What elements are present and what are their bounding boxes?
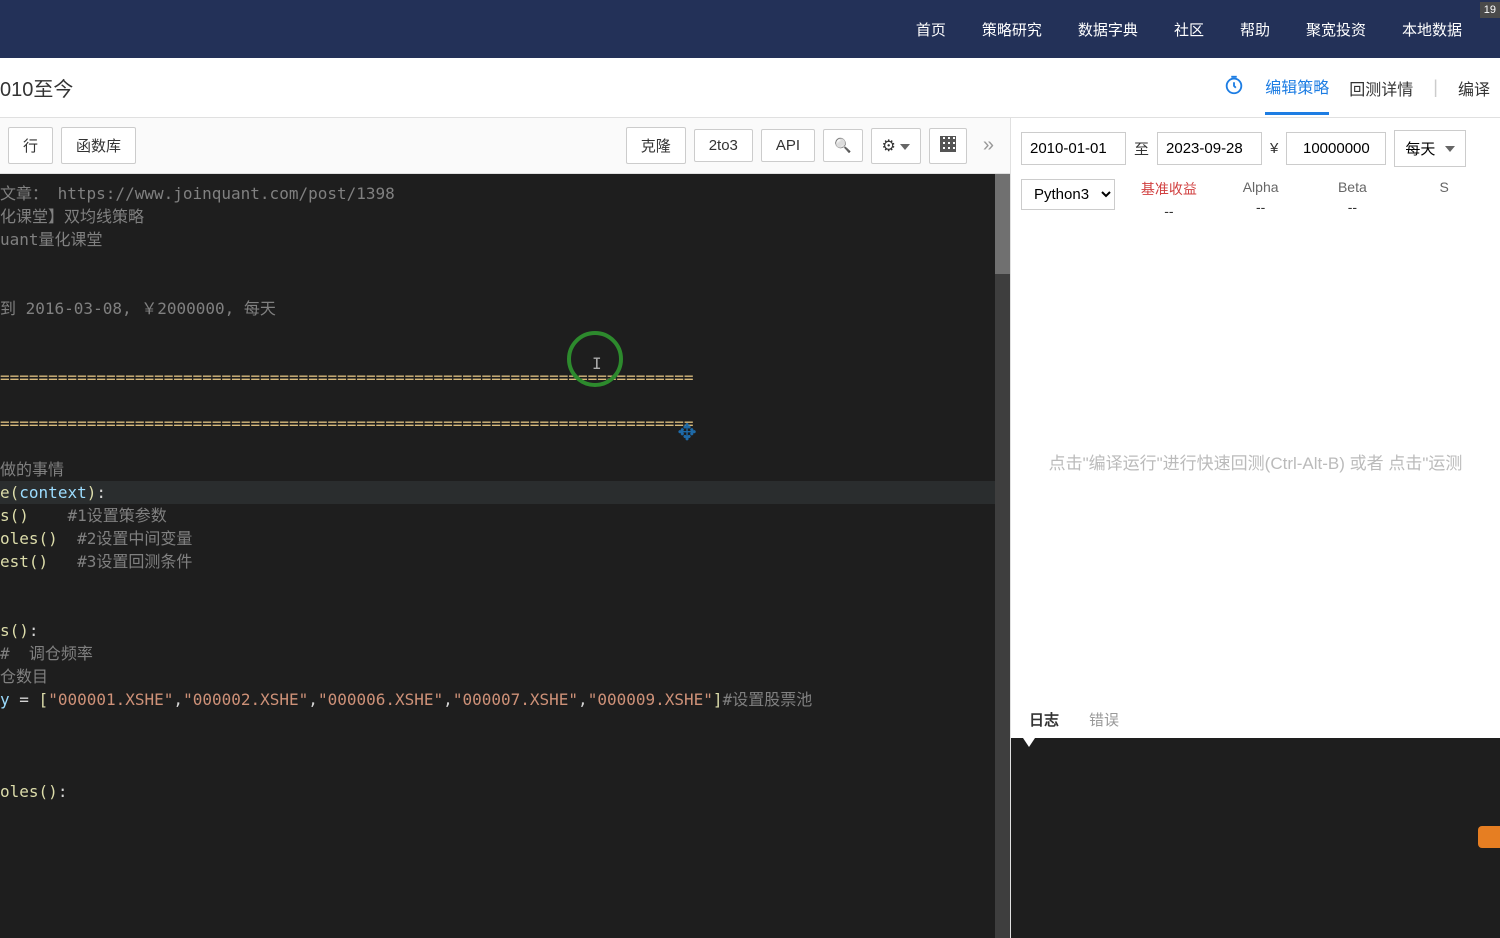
collapse-right-icon[interactable]: » [975, 134, 1002, 157]
frequency-select[interactable]: 每天 [1394, 130, 1466, 167]
nav-community[interactable]: 社区 [1156, 19, 1222, 40]
clock-icon[interactable] [1223, 74, 1245, 102]
search-button[interactable] [823, 129, 862, 162]
python-version-select[interactable]: Python3 [1021, 179, 1115, 210]
text-cursor: I [592, 352, 602, 375]
right-panel: 至 ¥ 每天 Python3 基准收益 -- Alpha -- Beta [1010, 118, 1500, 938]
nav-help[interactable]: 帮助 [1222, 19, 1288, 40]
side-badge[interactable] [1478, 826, 1500, 848]
backtest-hint: 点击"编译运行"进行快速回测(Ctrl-Alt-B) 或者 点击"运测 [1011, 231, 1500, 697]
metric-benchmark: 基准收益 -- [1123, 179, 1215, 219]
caret-down-icon [1445, 146, 1455, 152]
end-date-input[interactable] [1157, 132, 1262, 165]
metric-alpha: Alpha -- [1215, 179, 1307, 219]
scroll-thumb[interactable] [995, 174, 1010, 274]
top-nav: 首页 策略研究 数据字典 社区 帮助 聚宽投资 本地数据 19 [0, 0, 1500, 58]
qr-button[interactable] [929, 128, 967, 164]
tab-compile[interactable]: 编译 [1458, 62, 1490, 114]
main-area: 行 函数库 克隆 2to3 API » 文章： https://www.join… [0, 118, 1500, 938]
nav-invest[interactable]: 聚宽投资 [1288, 19, 1384, 40]
run-button[interactable]: 行 [8, 127, 53, 164]
sub-header: 010至今 编辑策略 回测详情 | 编译 [0, 58, 1500, 118]
search-icon [834, 137, 851, 154]
move-cursor-icon: ✥ [678, 419, 696, 442]
nav-local-data[interactable]: 本地数据 [1384, 19, 1480, 40]
log-tab-log[interactable]: 日志 [1029, 709, 1059, 730]
caret-down-icon [900, 144, 910, 150]
nav-home[interactable]: 首页 [898, 19, 964, 40]
nav-data-dict[interactable]: 数据字典 [1060, 19, 1156, 40]
tab-separator: | [1433, 77, 1438, 98]
qr-icon [940, 136, 956, 152]
page-title: 010至今 [0, 73, 73, 102]
amount-input[interactable] [1286, 132, 1386, 165]
vertical-scrollbar[interactable] [995, 174, 1010, 938]
tab-edit-strategy[interactable]: 编辑策略 [1265, 60, 1329, 115]
metric-s: S [1398, 179, 1490, 219]
code-editor[interactable]: 文章： https://www.joinquant.com/post/1398 … [0, 174, 1010, 938]
log-output[interactable] [1011, 738, 1500, 938]
to-label: 至 [1134, 138, 1149, 159]
log-indicator-icon [1023, 738, 1035, 747]
log-tabs: 日志 错误 [1011, 697, 1500, 738]
settings-button[interactable] [871, 128, 921, 164]
nav-strategy[interactable]: 策略研究 [964, 19, 1060, 40]
editor-toolbar: 行 函数库 克隆 2to3 API » [0, 118, 1010, 174]
func-lib-button[interactable]: 函数库 [61, 127, 136, 164]
tab-backtest-detail[interactable]: 回测详情 [1349, 62, 1413, 114]
currency-label: ¥ [1270, 140, 1278, 157]
metric-beta: Beta -- [1307, 179, 1399, 219]
start-date-input[interactable] [1021, 132, 1126, 165]
log-tab-error[interactable]: 错误 [1089, 709, 1119, 730]
config-row: 至 ¥ 每天 [1011, 118, 1500, 179]
clone-button[interactable]: 克隆 [626, 127, 686, 164]
editor-panel: 行 函数库 克隆 2to3 API » 文章： https://www.join… [0, 118, 1010, 938]
2to3-button[interactable]: 2to3 [694, 129, 753, 162]
notification-badge[interactable]: 19 [1480, 2, 1500, 18]
gear-icon [882, 138, 896, 155]
api-button[interactable]: API [761, 129, 815, 162]
